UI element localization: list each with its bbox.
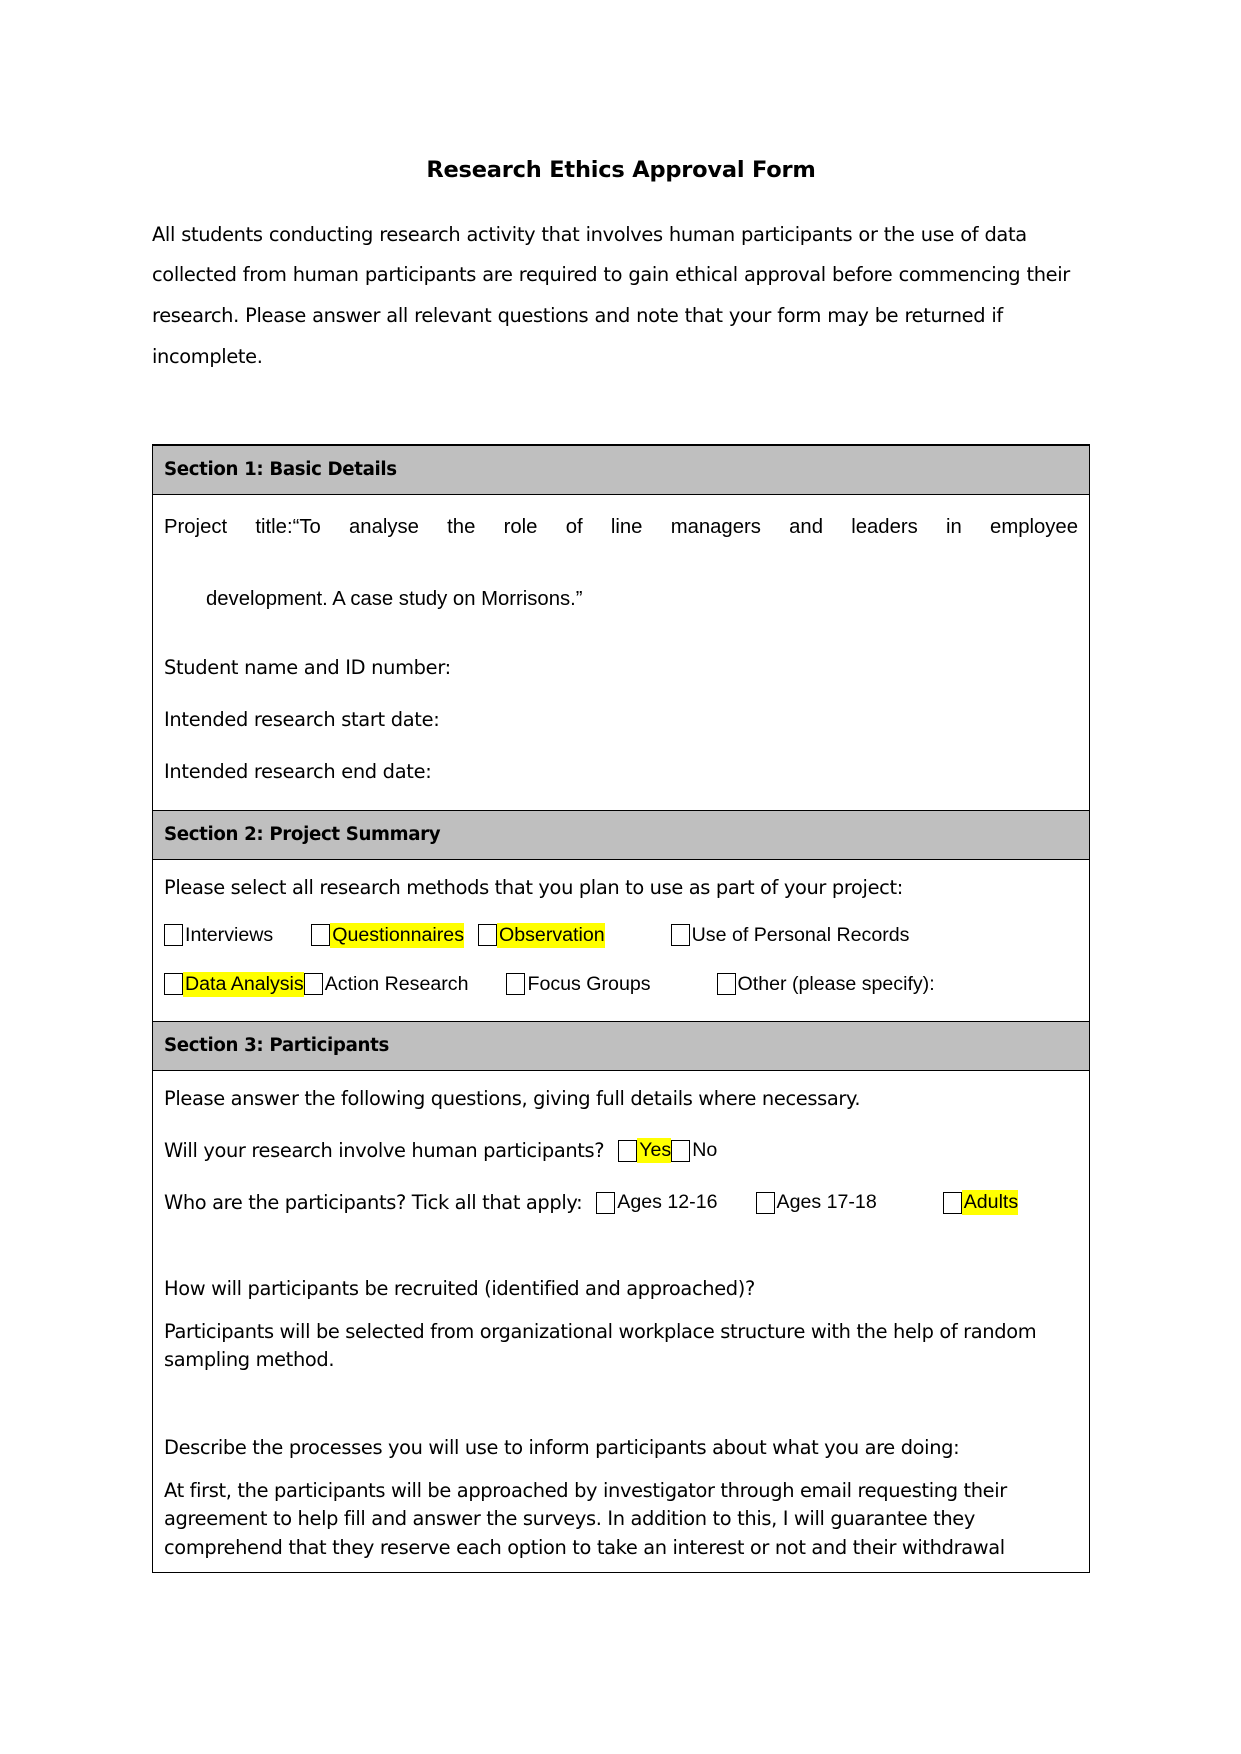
project-title-row: Project title:“To analyse the role of li… — [164, 495, 1078, 617]
participants-instruction: Please answer the following questions, g… — [164, 1086, 861, 1110]
section-3-bottom-spacer — [164, 1562, 1078, 1572]
option-label: Yes — [637, 1138, 672, 1164]
project-title-value-line2: development. A case study on Morrisons.” — [206, 587, 583, 610]
method-checkbox-interviews[interactable]: Interviews — [164, 923, 273, 948]
method-label: Interviews — [185, 923, 274, 946]
checkbox-icon[interactable] — [671, 1139, 691, 1162]
method-label: Use of Personal Records — [691, 923, 910, 946]
project-title-label: Project title:“ — [164, 515, 300, 538]
method-label: Data Analysis — [183, 971, 304, 997]
who-participants-row: Who are the participants? Tick all that … — [164, 1190, 1078, 1216]
checkbox-icon[interactable] — [596, 1191, 616, 1214]
method-checkbox-data-analysis[interactable]: Data Analysis — [164, 971, 304, 997]
option-label: Ages 12-16 — [617, 1191, 718, 1214]
research-methods-row-2: Data Analysis Action Research Focus Grou… — [164, 971, 1078, 997]
human-participants-question: Will your research involve human partici… — [164, 1138, 605, 1162]
option-label: Adults — [961, 1190, 1019, 1216]
participant-checkbox-ages-17-18[interactable]: Ages 17-18 — [755, 1190, 877, 1215]
method-checkbox-focus-groups[interactable]: Focus Groups — [506, 972, 651, 997]
method-label: Questionnaires — [330, 922, 464, 948]
checkbox-icon[interactable] — [303, 973, 323, 996]
checkbox-icon[interactable] — [755, 1191, 775, 1214]
recruitment-question: How will participants be recruited (iden… — [164, 1276, 755, 1300]
document-page: Research Ethics Approval Form All studen… — [0, 0, 1241, 1754]
checkbox-icon[interactable] — [478, 924, 497, 947]
document-content: Research Ethics Approval Form All studen… — [152, 0, 1090, 1574]
section-2-bottom-spacer — [164, 997, 1078, 1021]
recruitment-answer: Participants will be selected from organ… — [164, 1319, 1037, 1372]
section-1-body: Project title:“To analyse the role of li… — [153, 495, 1089, 810]
section-1-bottom-spacer — [164, 784, 1078, 810]
start-date-field-label: Intended research start date: — [164, 707, 440, 731]
human-participants-checkbox-no[interactable]: No — [671, 1138, 717, 1163]
method-checkbox-observation[interactable]: Observation — [478, 922, 605, 948]
option-label: Ages 17-18 — [776, 1191, 877, 1214]
method-checkbox-use-of-personal-records[interactable]: Use of Personal Records — [670, 923, 910, 948]
checkbox-icon[interactable] — [618, 1139, 638, 1162]
method-checkbox-other[interactable]: Other (please specify): — [716, 972, 935, 997]
human-participants-row: Will your research involve human partici… — [164, 1138, 1078, 1164]
checkbox-icon[interactable] — [716, 973, 736, 996]
participant-checkbox-adults[interactable]: Adults — [942, 1190, 1019, 1216]
section-3-body: Please answer the following questions, g… — [153, 1071, 1089, 1573]
page-title: Research Ethics Approval Form — [426, 157, 816, 183]
project-title-value-line1: To analyse the role of line managers and… — [299, 515, 1078, 538]
checkbox-icon[interactable] — [942, 1191, 962, 1214]
checkbox-icon[interactable] — [164, 973, 183, 996]
method-checkbox-questionnaires[interactable]: Questionnaires — [311, 922, 464, 948]
checkbox-icon[interactable] — [506, 973, 526, 996]
method-label: Other (please specify): — [737, 972, 935, 995]
section-1-header: Section 1: Basic Details — [153, 444, 1089, 495]
method-label: Focus Groups — [527, 972, 651, 995]
student-name-field-label: Student name and ID number: — [164, 655, 451, 679]
participant-checkbox-ages-12-16[interactable]: Ages 12-16 — [596, 1190, 718, 1215]
method-label: Observation — [497, 922, 605, 948]
checkbox-icon[interactable] — [164, 924, 183, 947]
section-2-header: Section 2: Project Summary — [153, 809, 1089, 860]
checkbox-icon[interactable] — [670, 924, 690, 947]
human-participants-checkbox-yes[interactable]: Yes — [618, 1138, 672, 1164]
inform-question: Describe the processes you will use to i… — [164, 1435, 960, 1459]
inform-answer: At first, the participants will be appro… — [164, 1478, 1007, 1559]
end-date-field-label: Intended research end date: — [164, 759, 432, 783]
research-methods-instruction: Please select all research methods that … — [164, 875, 903, 899]
option-label: No — [692, 1139, 718, 1162]
intro-paragraph: All students conducting research activit… — [152, 222, 1070, 368]
section-3-header: Section 3: Participants — [153, 1020, 1089, 1071]
research-methods-row-1: Interviews Questionnaires Observation Us… — [164, 922, 1078, 948]
section-2-body: Please select all research methods that … — [153, 860, 1089, 1021]
method-checkbox-action-research[interactable]: Action Research — [303, 972, 469, 997]
ethics-form-table: Section 1: Basic Details Project title:“… — [152, 443, 1090, 1574]
who-participants-question: Who are the participants? Tick all that … — [164, 1190, 583, 1214]
checkbox-icon[interactable] — [311, 924, 331, 947]
method-label: Action Research — [324, 972, 469, 995]
